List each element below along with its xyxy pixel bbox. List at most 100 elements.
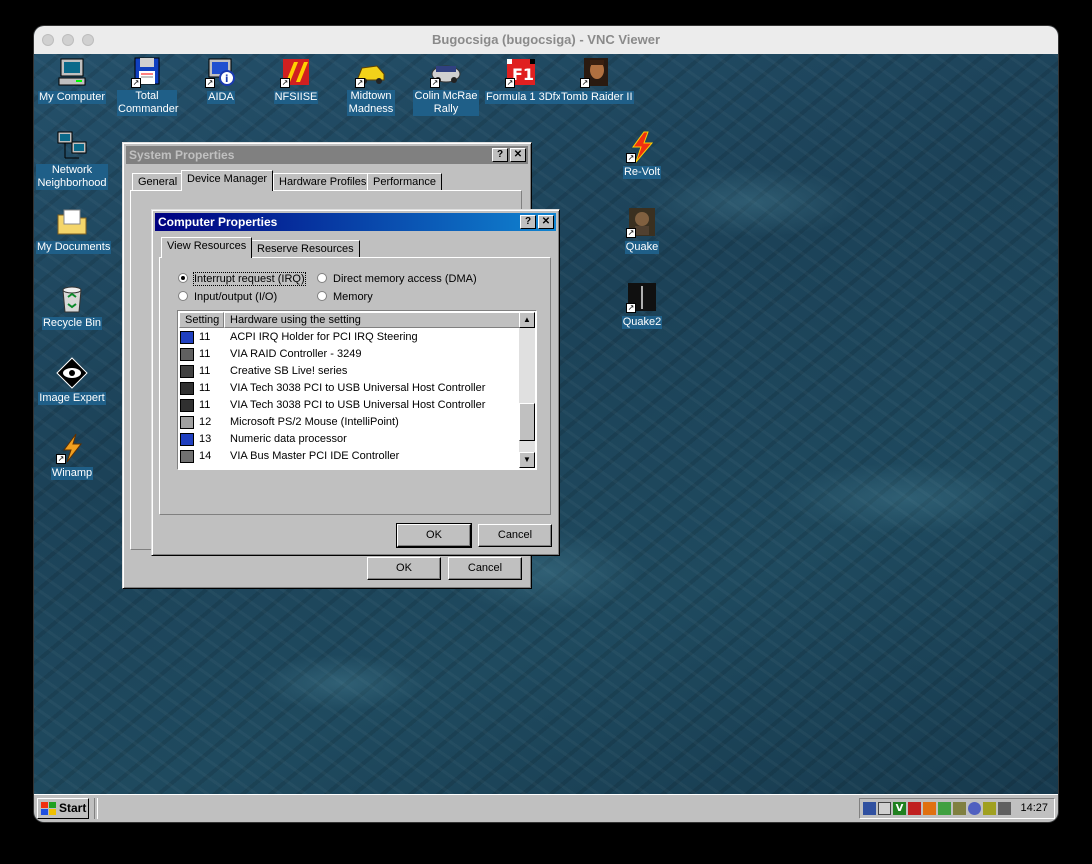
tray-globe-icon[interactable] [968,802,981,815]
desktop-icon-formula1[interactable]: F1 ↗ Formula 1 3Dfx [485,56,563,104]
table-row[interactable]: 11 VIA Tech 3038 PCI to USB Universal Hos… [179,380,519,397]
tray-speaker-icon[interactable] [878,802,891,815]
help-button[interactable]: ? [492,148,508,162]
desktop-icon-label: Winamp [50,467,94,480]
close-button[interactable]: ✕ [510,148,526,162]
win98-desktop: My Computer ↗ Total Commander i ↗ AIDA ↗… [34,54,1058,794]
desktop-icon-network-neighborhood[interactable]: Network Neighborhood [36,130,108,190]
desktop-icon-label: Image Expert [38,392,106,405]
svg-text:i: i [225,74,228,85]
radio-irq[interactable]: Interrupt request (IRQ) [178,272,306,286]
start-button[interactable]: Start [37,798,89,819]
setting-cell: 12 [199,416,212,428]
close-button[interactable]: ✕ [538,215,554,229]
nfs-icon: ↗ [280,56,312,88]
tab-device-manager[interactable]: Device Manager [181,170,274,191]
desktop-icon-my-computer[interactable]: My Computer [36,56,108,104]
scroll-up-arrow-icon[interactable]: ▲ [519,312,535,328]
scroll-thumb[interactable] [519,403,535,441]
rally-car-icon: ↗ [430,56,462,88]
window-title: System Properties [129,148,235,162]
desktop-icon-label: AIDA [207,91,235,104]
desktop-icon-re-volt[interactable]: ↗ Re-Volt [606,131,678,179]
aida-icon: i ↗ [205,56,237,88]
hardware-cell: VIA Tech 3038 PCI to USB Universal Host … [230,382,486,394]
window-title: Computer Properties [158,215,278,229]
table-row[interactable]: 13 Numeric data processor [179,431,519,448]
mouse-icon [180,416,194,429]
table-row[interactable]: 14 VIA Bus Master PCI IDE Controller [179,448,519,465]
tray-display-icon[interactable] [863,802,876,815]
resources-list[interactable]: Setting Hardware using the setting 11 ACP… [177,310,537,470]
desktop-icon-label: Quake2 [621,316,663,329]
monitor-icon [180,331,194,344]
desktop-icon-colin-mcrae-rally[interactable]: ↗ Colin McRae Rally [410,56,482,116]
desktop-icon-nfsiise[interactable]: ↗ NFSIISE [260,56,332,104]
eye-icon [56,357,88,389]
setting-cell: 11 [199,399,211,411]
desktop-icon-aida[interactable]: i ↗ AIDA [185,56,257,104]
quake-icon: ↗ [626,206,658,238]
tray-vnc-icon[interactable]: V [893,802,906,815]
desktop-icon-quake[interactable]: ↗ Quake [606,206,678,254]
desktop-icon-label: Quake [624,241,660,254]
tomb-raider-icon: ↗ [580,56,612,88]
help-button[interactable]: ? [520,215,536,229]
table-row[interactable]: 11 Creative SB Live! series [179,363,519,380]
cancel-button[interactable]: Cancel [448,557,522,580]
cancel-button[interactable]: Cancel [478,524,552,547]
tray-app-icon[interactable] [938,802,951,815]
desktop-icon-total-commander[interactable]: ↗ Total Commander [111,56,183,116]
system-tray: V 14:27 [859,798,1055,819]
table-row[interactable]: 12 Microsoft PS/2 Mouse (IntelliPoint) [179,414,519,431]
setting-cell: 11 [199,348,211,360]
ok-button[interactable]: OK [396,523,472,548]
desktop-icon-tomb-raider[interactable]: ↗ Tomb Raider II [560,56,634,104]
tray-winamp-icon[interactable] [923,802,936,815]
desktop-icon-winamp[interactable]: ↗ Winamp [36,432,108,480]
scroll-down-arrow-icon[interactable]: ▼ [519,452,535,468]
ok-button[interactable]: OK [367,557,441,580]
desktop-icon-label: NFSIISE [273,91,319,104]
radio-memory[interactable]: Memory [317,291,373,303]
tray-app-icon[interactable] [983,802,996,815]
column-header-setting[interactable]: Setting [179,312,224,328]
column-header-hardware[interactable]: Hardware using the setting [224,312,520,328]
computer-icon [56,56,88,88]
taskbar-clock: 14:27 [1020,802,1048,814]
monitor-icon [180,433,194,446]
desktop-icon-label: Midtown Madness [347,90,395,116]
tab-hardware-profiles[interactable]: Hardware Profiles [273,173,373,191]
tab-view-resources[interactable]: View Resources [161,237,253,258]
radio-dot [178,273,188,283]
tray-app-icon[interactable] [998,802,1011,815]
desktop-icon-recycle-bin[interactable]: Recycle Bin [36,282,108,330]
hardware-cell: VIA Bus Master PCI IDE Controller [230,450,400,462]
setting-cell: 11 [199,331,211,343]
svg-text:F1: F1 [512,65,534,84]
desktop-icon-image-expert[interactable]: Image Expert [36,357,108,405]
tab-reserve-resources[interactable]: Reserve Resources [251,240,360,258]
system-properties-titlebar: System Properties ? ✕ [126,146,528,164]
desktop-icon-midtown-madness[interactable]: ↗ Midtown Madness [335,56,407,116]
folder-icon [56,206,88,238]
tab-general[interactable]: General [132,173,184,191]
radio-io[interactable]: Input/output (I/O) [178,291,277,303]
desktop-icon-quake2[interactable]: ↗ Quake2 [606,281,678,329]
vertical-scrollbar[interactable]: ▲ ▼ [519,312,535,468]
table-row[interactable]: 11 VIA RAID Controller - 3249 [179,346,519,363]
taskbar-divider [94,798,98,819]
tray-network-icon[interactable] [908,802,921,815]
tray-app-icon[interactable] [953,802,966,815]
vnc-titlebar: Bugocsiga (bugocsiga) - VNC Viewer [34,26,1058,55]
computer-properties-window: Computer Properties ? ✕ View Resources R… [151,209,560,556]
recycle-bin-icon [56,282,88,314]
view-resources-panel: Interrupt request (IRQ) Direct memory ac… [159,257,551,515]
desktop-icon-my-documents[interactable]: My Documents [36,206,112,254]
tab-performance[interactable]: Performance [367,173,442,191]
desktop-icon-label: Tomb Raider II [560,91,634,104]
radio-dma[interactable]: Direct memory access (DMA) [317,273,477,285]
table-row[interactable]: 11 ACPI IRQ Holder for PCI IRQ Steering [179,329,519,346]
table-row[interactable]: 11 VIA Tech 3038 PCI to USB Universal Hos… [179,397,519,414]
setting-cell: 11 [199,382,211,394]
